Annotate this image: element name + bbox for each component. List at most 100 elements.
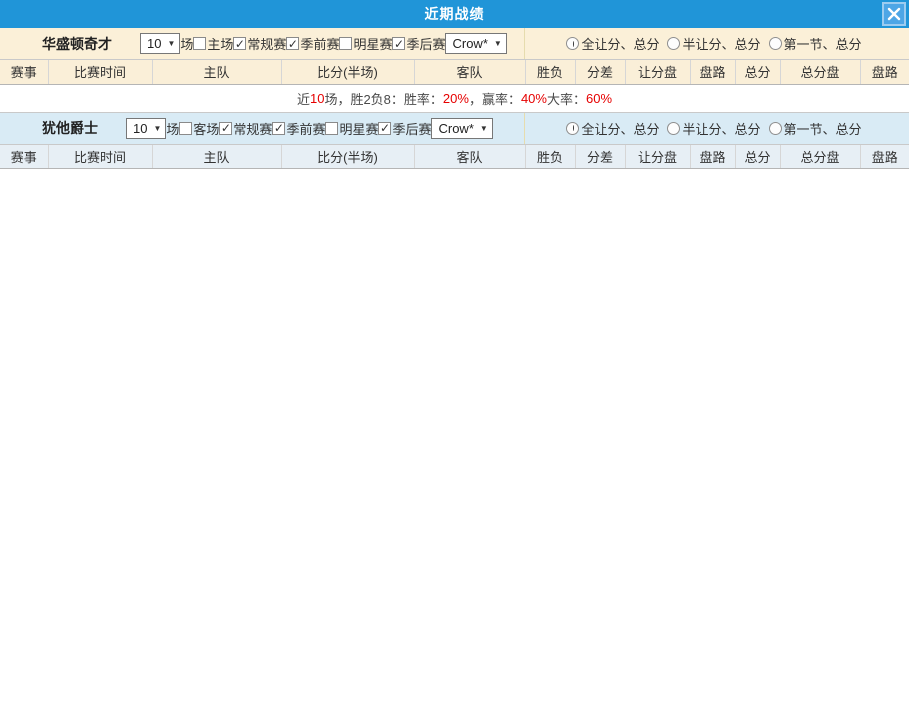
filter-checkbox[interactable]: 季后赛 [392, 34, 445, 53]
section-jazz: 犹他爵士 10 ▼ 场 客场常规赛季前赛明星赛季后赛 Crow* ▼ 全让分、总… [0, 113, 909, 170]
close-icon [887, 7, 901, 21]
checked-checkbox-icon[interactable] [272, 122, 285, 135]
unchecked-checkbox-icon[interactable] [339, 37, 352, 50]
column-header: 让分盘 [625, 145, 690, 169]
radio-icon[interactable] [769, 122, 782, 135]
games-count-select[interactable]: 10 ▼ [140, 33, 180, 54]
column-header: 让分盘 [625, 60, 690, 84]
chevron-down-icon: ▼ [494, 36, 502, 51]
checked-checkbox-icon[interactable] [233, 37, 246, 50]
titlebar: 近期战绩 [0, 0, 909, 28]
radio-selected-icon[interactable] [566, 37, 579, 50]
column-header: 比分(半场) [281, 145, 414, 169]
games-suffix-label: 场 [180, 34, 193, 53]
chevron-down-icon: ▼ [167, 36, 175, 51]
column-header: 胜负 [525, 60, 575, 84]
recent-results-dialog: 近期战绩 华盛顿奇才 10 ▼ 场 主场常规赛季前赛明星赛季后赛 Crow* ▼ [0, 0, 909, 728]
column-header: 总分 [735, 60, 780, 84]
chevron-down-icon: ▼ [480, 121, 488, 136]
unchecked-checkbox-icon[interactable] [179, 122, 192, 135]
handicap-mode-radio[interactable]: 半让分、总分 [667, 119, 760, 138]
column-header: 赛事 [0, 145, 48, 169]
checked-checkbox-icon[interactable] [392, 37, 405, 50]
filter-checkbox[interactable]: 季前赛 [286, 34, 339, 53]
filter-checkbox[interactable]: 常规赛 [233, 34, 286, 53]
filter-checkbox[interactable]: 常规赛 [219, 119, 272, 138]
summary-stat-value: 40% [521, 91, 547, 106]
handicap-mode-radios: 全让分、总分 半让分、总分 第一节、总分 [525, 28, 909, 59]
radio-icon[interactable] [769, 37, 782, 50]
radio-label: 半让分、总分 [682, 34, 760, 53]
header-row: 赛事比赛时间主队比分(半场)客队胜负分差让分盘盘路总分总分盘盘路 [0, 145, 909, 169]
handicap-mode-radios: 全让分、总分 半让分、总分 第一节、总分 [525, 113, 909, 144]
chevron-down-icon: ▼ [153, 121, 161, 136]
filter-checkbox[interactable]: 季后赛 [378, 119, 431, 138]
column-header: 主队 [152, 60, 281, 84]
column-header: 比分(半场) [281, 60, 414, 84]
section-wizards: 华盛顿奇才 10 ▼ 场 主场常规赛季前赛明星赛季后赛 Crow* ▼ 全让分、… [0, 28, 909, 113]
radio-label: 第一节、总分 [784, 34, 862, 53]
summary-text: ，赢率： [469, 89, 521, 108]
column-header: 总分盘 [780, 145, 860, 169]
column-header: 分差 [575, 60, 625, 84]
checkbox-label: 季后赛 [406, 34, 445, 53]
radio-label: 第一节、总分 [784, 119, 862, 138]
column-header: 主队 [152, 145, 281, 169]
unchecked-checkbox-icon[interactable] [193, 37, 206, 50]
checked-checkbox-icon[interactable] [378, 122, 391, 135]
dialog-title: 近期战绩 [425, 4, 485, 24]
close-button[interactable] [882, 2, 906, 26]
team-name: 犹他爵士 [42, 118, 98, 138]
column-header: 总分盘 [780, 60, 860, 84]
filter-checkbox[interactable]: 客场 [179, 119, 219, 138]
team-name: 华盛顿奇才 [42, 34, 112, 54]
column-header: 盘路 [690, 60, 735, 84]
checkbox-label: 明星赛 [339, 119, 378, 138]
unchecked-checkbox-icon[interactable] [325, 122, 338, 135]
radio-icon[interactable] [667, 37, 680, 50]
games-count-select[interactable]: 10 ▼ [126, 118, 166, 139]
radio-selected-icon[interactable] [566, 122, 579, 135]
radio-label: 全让分、总分 [581, 34, 659, 53]
filter-checkboxes: 客场常规赛季前赛明星赛季后赛 [179, 119, 431, 138]
column-header: 客队 [414, 60, 525, 84]
handicap-mode-radio[interactable]: 全让分、总分 [566, 119, 659, 138]
results-table-wizards: 赛事比赛时间主队比分(半场)客队胜负分差让分盘盘路总分总分盘盘路 [0, 60, 909, 85]
summary-wizards: 近 10 场，胜2负8：胜率：20%，赢率：40% 大率：60% [0, 85, 909, 113]
radio-label: 半让分、总分 [682, 119, 760, 138]
summary-stat-value: 20% [443, 91, 469, 106]
checked-checkbox-icon[interactable] [286, 37, 299, 50]
checkbox-label: 明星赛 [353, 34, 392, 53]
column-header: 总分 [735, 145, 780, 169]
filter-checkbox[interactable]: 主场 [193, 34, 233, 53]
header-row: 赛事比赛时间主队比分(半场)客队胜负分差让分盘盘路总分总分盘盘路 [0, 60, 909, 84]
summary-text: 近 [297, 89, 310, 108]
odds-type-select[interactable]: Crow* ▼ [431, 118, 492, 139]
summary-text: 场，胜2负8：胜率： [324, 89, 442, 108]
filter-checkbox[interactable]: 季前赛 [272, 119, 325, 138]
results-table-jazz: 赛事比赛时间主队比分(半场)客队胜负分差让分盘盘路总分总分盘盘路 [0, 145, 909, 170]
handicap-mode-radio[interactable]: 全让分、总分 [566, 34, 659, 53]
filter-checkbox[interactable]: 明星赛 [339, 34, 392, 53]
column-header: 盘路 [690, 145, 735, 169]
checkbox-label: 主场 [207, 34, 233, 53]
filter-checkbox[interactable]: 明星赛 [325, 119, 378, 138]
column-header: 比赛时间 [48, 145, 152, 169]
checkbox-label: 季后赛 [392, 119, 431, 138]
column-header: 胜负 [525, 145, 575, 169]
filterbar-wizards: 华盛顿奇才 10 ▼ 场 主场常规赛季前赛明星赛季后赛 Crow* ▼ 全让分、… [0, 28, 909, 60]
column-header: 盘路 [860, 60, 909, 84]
checkbox-label: 季前赛 [300, 34, 339, 53]
column-header: 客队 [414, 145, 525, 169]
checked-checkbox-icon[interactable] [219, 122, 232, 135]
odds-type-select[interactable]: Crow* ▼ [445, 33, 506, 54]
games-suffix-label: 场 [166, 119, 179, 138]
column-header: 比赛时间 [48, 60, 152, 84]
radio-icon[interactable] [667, 122, 680, 135]
column-header: 分差 [575, 145, 625, 169]
radio-label: 全让分、总分 [581, 119, 659, 138]
handicap-mode-radio[interactable]: 第一节、总分 [769, 119, 862, 138]
handicap-mode-radio[interactable]: 第一节、总分 [769, 34, 862, 53]
filterbar-jazz: 犹他爵士 10 ▼ 场 客场常规赛季前赛明星赛季后赛 Crow* ▼ 全让分、总… [0, 113, 909, 145]
handicap-mode-radio[interactable]: 半让分、总分 [667, 34, 760, 53]
